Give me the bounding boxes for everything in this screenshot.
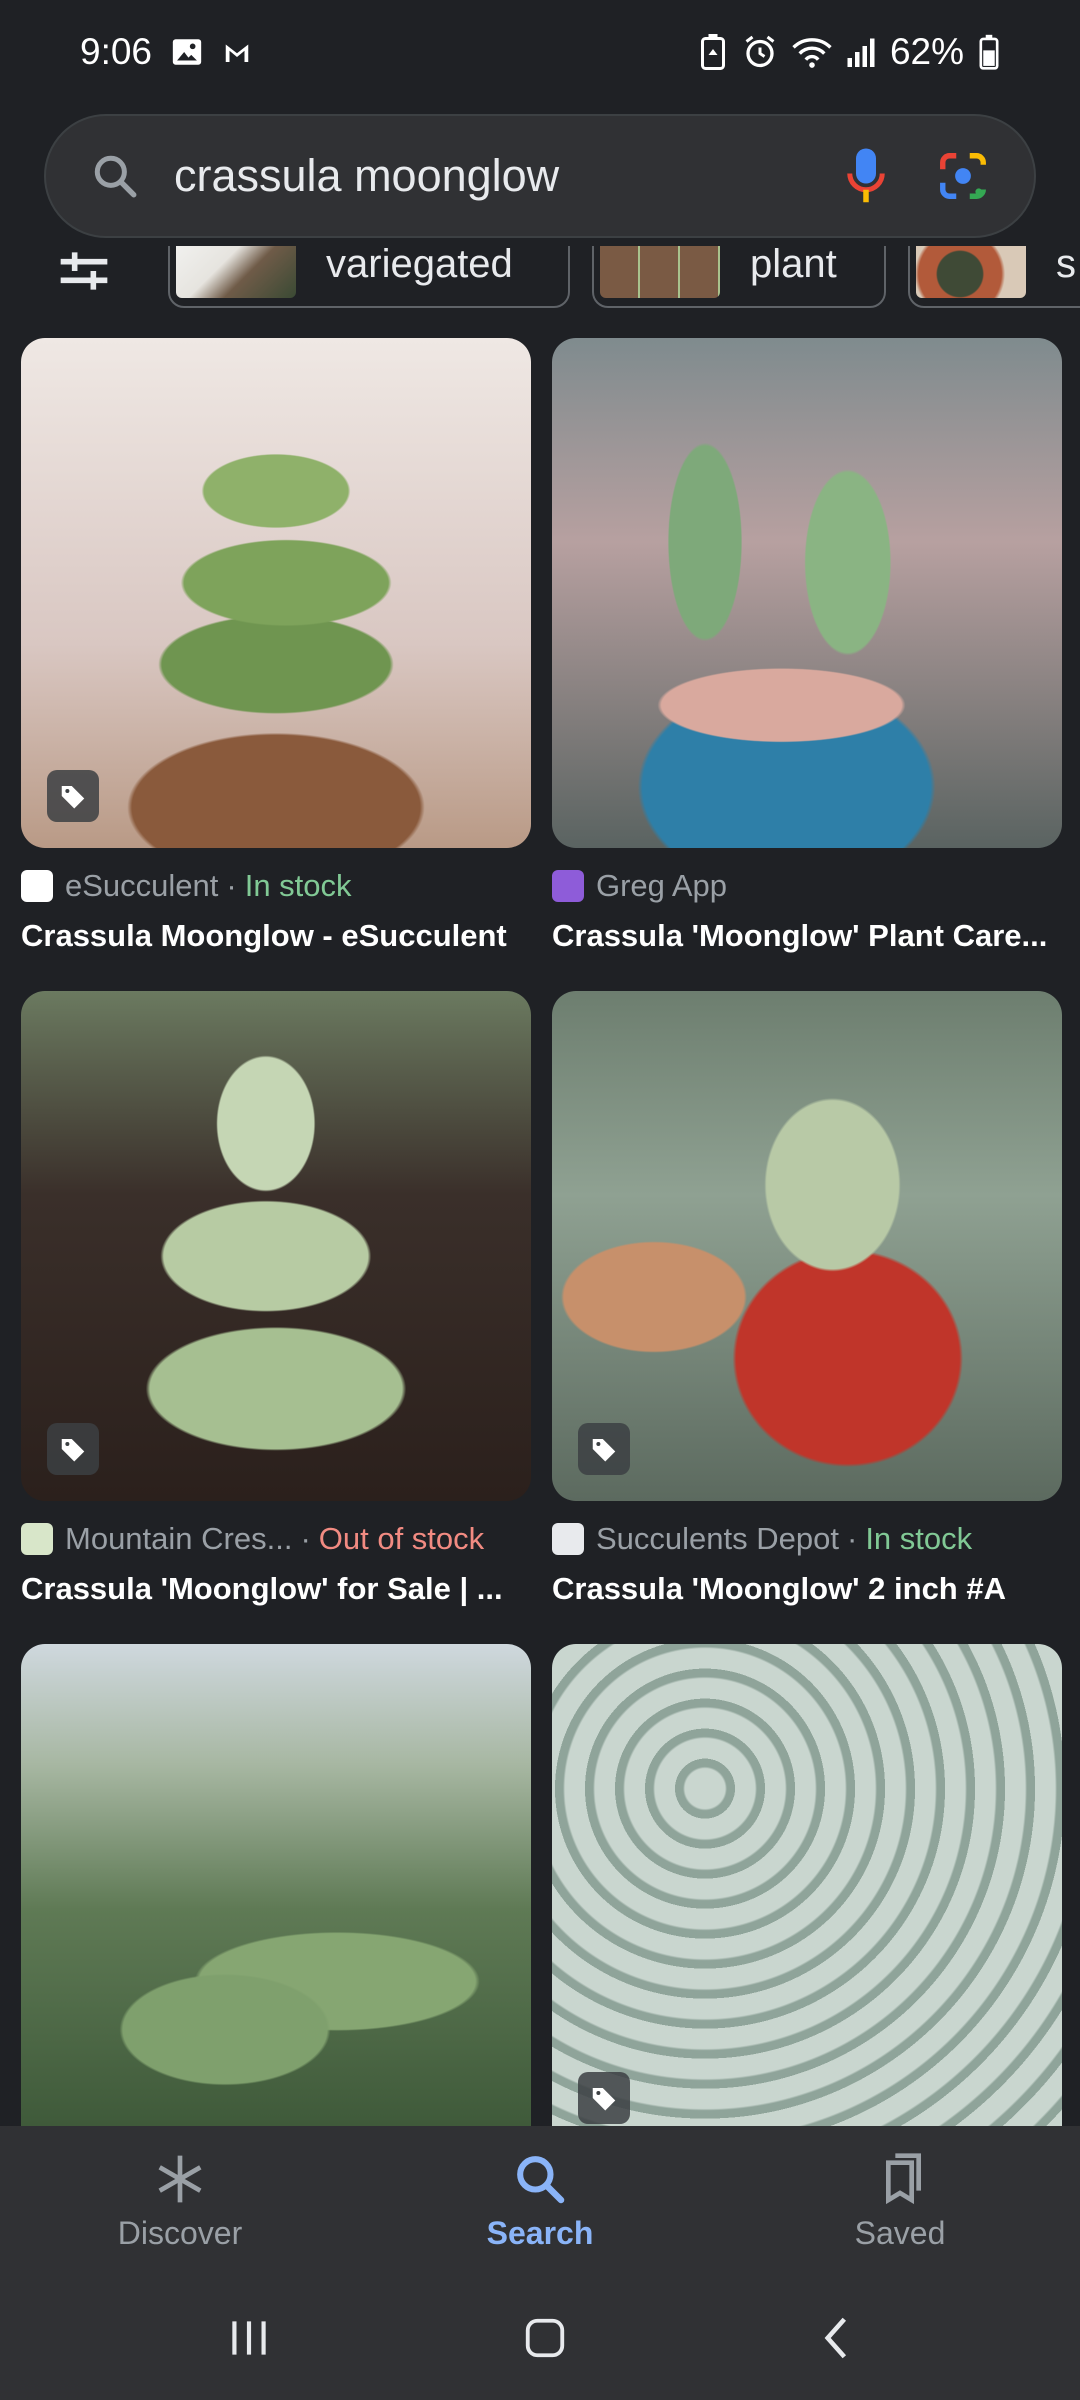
- nav-label: Discover: [117, 2214, 243, 2251]
- bottom-navigation: Discover Search Saved: [0, 2126, 1080, 2276]
- filter-icon[interactable]: [56, 246, 112, 306]
- wifi-icon: [792, 34, 832, 70]
- result-image[interactable]: [21, 1644, 531, 2126]
- source-name: Mountain Cres...: [65, 1521, 293, 1556]
- search-input[interactable]: crassula moonglow: [174, 150, 846, 202]
- chip-thumbnail: [916, 246, 1026, 298]
- bookmarks-icon: [872, 2151, 928, 2207]
- lens-icon[interactable]: [936, 149, 990, 203]
- system-navigation: [0, 2276, 1080, 2400]
- favicon: [552, 1523, 584, 1555]
- result-title[interactable]: Crassula 'Moonglow' for Sale | ...: [21, 1571, 531, 1607]
- result-source: Succulents Depot · In stock: [552, 1521, 1062, 1557]
- favicon: [552, 870, 584, 902]
- separator: ·: [226, 868, 237, 903]
- result-card[interactable]: [21, 1644, 531, 2126]
- signal-icon: [846, 36, 876, 68]
- result-title[interactable]: Crassula Moonglow - eSucculent: [21, 918, 531, 954]
- home-icon[interactable]: [522, 2315, 568, 2361]
- chip-more[interactable]: s: [908, 246, 1080, 308]
- search-bar[interactable]: crassula moonglow: [44, 114, 1036, 238]
- search-icon: [512, 2151, 568, 2207]
- asterisk-icon: [152, 2151, 208, 2207]
- tag-icon: [578, 2072, 630, 2124]
- source-name: Succulents Depot: [596, 1521, 839, 1556]
- result-source: Mountain Cres... · Out of stock: [21, 1521, 531, 1557]
- filter-chips: variegated plant s: [0, 246, 1080, 316]
- result-image[interactable]: [552, 338, 1062, 848]
- stock-status: In stock: [865, 1521, 973, 1556]
- battery-saver-icon: [698, 34, 728, 70]
- result-image[interactable]: [552, 1644, 1062, 2126]
- tag-icon: [47, 1423, 99, 1475]
- chip-thumbnail: [176, 246, 296, 298]
- battery-percent: 62%: [889, 31, 964, 72]
- result-title[interactable]: Crassula 'Moonglow' Plant Care...: [552, 918, 1062, 954]
- nav-label: Saved: [854, 2214, 946, 2251]
- separator: ·: [300, 1521, 311, 1556]
- gallery-icon: [170, 35, 204, 69]
- result-card[interactable]: Greg App Crassula 'Moonglow' Plant Care.…: [552, 338, 1062, 954]
- recent-apps-icon[interactable]: [224, 2316, 274, 2360]
- result-image[interactable]: [21, 991, 531, 1501]
- result-card[interactable]: [552, 1644, 1062, 2126]
- separator: ·: [846, 1521, 858, 1556]
- source-name: Greg App: [596, 868, 727, 903]
- chip-label: plant: [750, 246, 837, 286]
- tag-icon: [578, 1423, 630, 1475]
- stock-status: Out of stock: [318, 1521, 485, 1556]
- result-source: Greg App: [552, 868, 1062, 904]
- result-title[interactable]: Crassula 'Moonglow' 2 inch #A: [552, 1571, 1062, 1607]
- search-icon: [90, 151, 140, 201]
- chip-variegated[interactable]: variegated: [168, 246, 570, 308]
- gmail-icon: [222, 37, 252, 67]
- chip-label: variegated: [326, 246, 513, 286]
- status-bar: 9:06 62%: [0, 0, 1080, 104]
- result-image[interactable]: [21, 338, 531, 848]
- result-card[interactable]: Succulents Depot · In stock Crassula 'Mo…: [552, 991, 1062, 1607]
- chip-thumbnail: [600, 246, 720, 298]
- alarm-icon: [742, 34, 778, 70]
- chip-plant[interactable]: plant: [592, 246, 886, 308]
- chip-label: s: [1056, 246, 1076, 286]
- tag-icon: [47, 770, 99, 822]
- nav-label: Search: [486, 2214, 594, 2251]
- result-source: eSucculent · In stock: [21, 868, 531, 904]
- nav-saved[interactable]: Saved: [780, 2151, 1020, 2252]
- voice-search-icon[interactable]: [846, 146, 886, 206]
- source-name: eSucculent: [65, 868, 219, 903]
- result-card[interactable]: eSucculent · In stock Crassula Moonglow …: [21, 338, 531, 954]
- stock-status: In stock: [244, 868, 352, 903]
- result-image[interactable]: [552, 991, 1062, 1501]
- result-card[interactable]: Mountain Cres... · Out of stock Crassula…: [21, 991, 531, 1607]
- clock: 9:06: [80, 31, 153, 72]
- favicon: [21, 1523, 53, 1555]
- battery-icon: [978, 34, 1000, 70]
- nav-search[interactable]: Search: [420, 2151, 660, 2252]
- favicon: [21, 870, 53, 902]
- back-icon[interactable]: [816, 2313, 856, 2363]
- nav-discover[interactable]: Discover: [60, 2151, 300, 2252]
